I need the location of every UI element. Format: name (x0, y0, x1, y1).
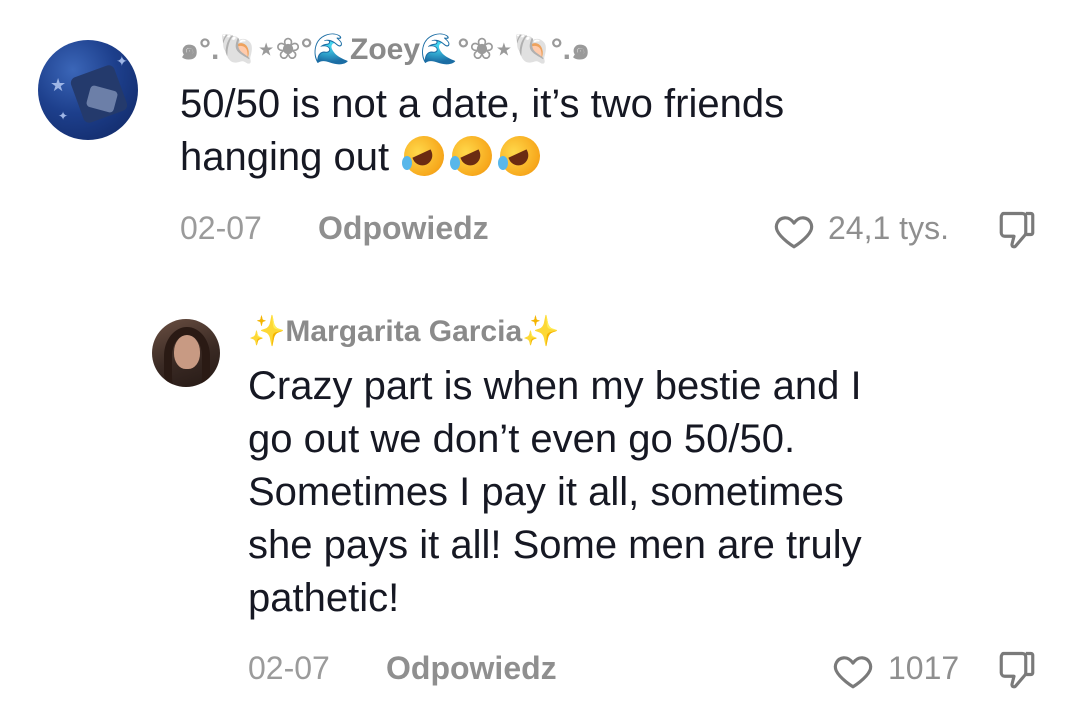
reply-button[interactable]: Odpowiedz (386, 650, 557, 687)
comment-text: Crazy part is when my bestie and I go ou… (248, 360, 862, 625)
comment-text-line: Crazy part is when my bestie and I (248, 364, 862, 408)
comment-text-line: Sometimes I pay it all, sometimes (248, 470, 844, 514)
avatar[interactable] (152, 319, 220, 387)
comment-text-line: she pays it all! Some men are truly (248, 523, 862, 567)
heart-icon[interactable] (832, 650, 874, 692)
like-count: 1017 (888, 650, 960, 686)
comment-text-line: go out we don’t even go 50/50. (248, 417, 796, 461)
comment-date: 02-07 (248, 650, 330, 686)
reply-comment-item: ✨Margarita Garcia✨ Crazy part is when my… (0, 0, 1079, 720)
comment-username[interactable]: ✨Margarita Garcia✨ (248, 314, 560, 349)
thumbs-down-icon[interactable] (996, 648, 1038, 694)
comment-text-line: pathetic! (248, 576, 400, 620)
